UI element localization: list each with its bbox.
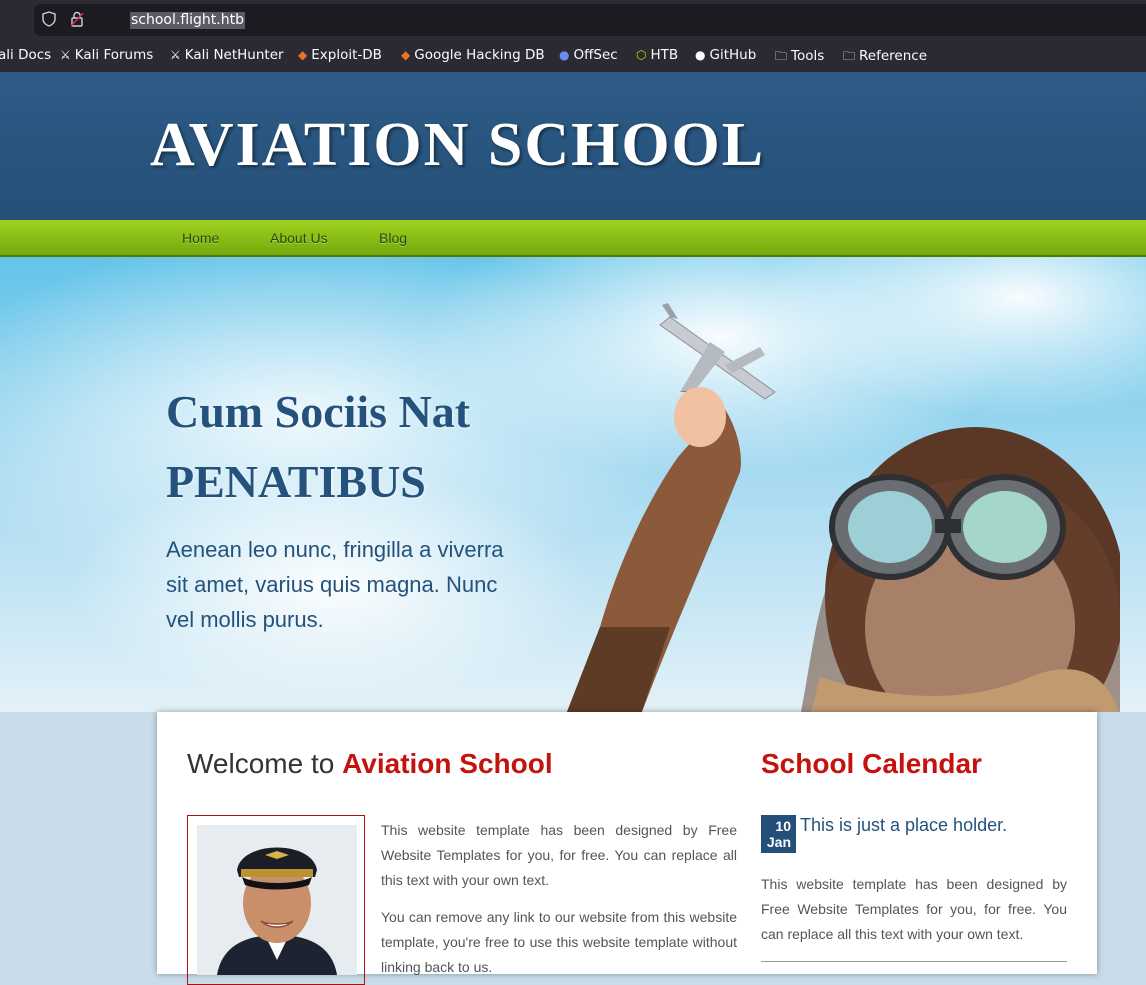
bookmark-reference-folder[interactable]: 🗀 Reference — [843, 47, 927, 68]
event-title[interactable]: This is just a place holder. — [800, 815, 1007, 836]
kali-icon: ⚔ — [170, 48, 181, 62]
bookmark-kali-forums[interactable]: ⚔ Kali Forums — [60, 47, 153, 63]
bookmark-htb[interactable]: ⬡ HTB — [636, 47, 678, 63]
bookmark-label: HTB — [650, 47, 679, 63]
bookmark-kali-nethunter[interactable]: ⚔ Kali NetHunter — [170, 47, 284, 63]
browser-chrome: school.flight.htb ali Docs ⚔ Kali Forums … — [0, 0, 1146, 72]
welcome-paragraph-2: You can remove any link to our website f… — [381, 909, 737, 975]
nav-home[interactable]: Home — [182, 230, 219, 246]
hero-text: Aenean leo nunc, fringilla a viverra sit… — [166, 537, 504, 632]
bookmark-label: GitHub — [709, 47, 757, 63]
kali-icon: ⚔ — [60, 48, 71, 62]
bookmark-label: Kali NetHunter — [184, 47, 284, 63]
bookmark-offsec[interactable]: ● OffSec — [559, 47, 618, 63]
bookmark-label: Google Hacking DB — [414, 47, 545, 63]
address-bar[interactable]: school.flight.htb — [34, 4, 1146, 36]
nav-blog[interactable]: Blog — [379, 230, 407, 246]
date-day: 10 — [775, 818, 791, 834]
htb-icon: ⬡ — [636, 48, 647, 62]
date-month: Jan — [766, 834, 791, 850]
bookmark-label: Tools — [791, 48, 825, 64]
github-icon: ● — [695, 48, 706, 62]
shield-icon[interactable] — [42, 11, 56, 30]
folder-icon: 🗀 — [843, 49, 856, 63]
welcome-paragraph-1: This website template has been designed … — [381, 822, 737, 888]
content-panel: Welcome to Aviation School This website … — [157, 712, 1097, 985]
hero-title-line2: PENATIBUS — [166, 456, 426, 507]
bookmark-label: ali Docs — [0, 47, 52, 63]
bookmark-exploit-db[interactable]: ◆ Exploit-DB — [298, 47, 382, 63]
bookmark-google-hacking-db[interactable]: ◆ Google Hacking DB — [401, 47, 545, 63]
event-text: This website template has been designed … — [761, 876, 1067, 942]
welcome-accent: Aviation School — [342, 748, 553, 779]
calendar-heading: School Calendar — [761, 748, 982, 779]
welcome-heading: Welcome to Aviation School — [187, 748, 553, 780]
hero-title: Cum Sociis Nat PENATIBUS — [166, 377, 470, 517]
bookmark-label: Kali Forums — [74, 47, 154, 63]
site-logo[interactable]: AVIATION SCHOOL — [150, 110, 765, 181]
bookmark-github[interactable]: ● GitHub — [695, 47, 756, 63]
insecure-lock-icon[interactable] — [70, 11, 84, 30]
bookmark-label: OffSec — [573, 47, 618, 63]
nav-about-us[interactable]: About Us — [270, 230, 328, 246]
offsec-icon: ● — [559, 48, 570, 62]
pilot-photo — [197, 825, 357, 975]
pilot-photo-frame — [187, 815, 365, 985]
boy-pilot-illustration — [566, 303, 1120, 712]
url-text[interactable]: school.flight.htb — [130, 12, 245, 29]
exploitdb-icon: ◆ — [401, 48, 411, 62]
hero-banner: Cum Sociis Nat PENATIBUS Aenean leo nunc… — [0, 257, 1146, 712]
bookmark-label: Reference — [859, 48, 927, 64]
toy-plane-icon — [659, 303, 776, 400]
folder-icon: 🗀 — [775, 49, 788, 63]
pilot-portrait-illustration — [197, 825, 357, 975]
welcome-prefix: Welcome to — [187, 748, 343, 779]
bookmark-label: Exploit-DB — [311, 47, 382, 63]
bookmark-tools-folder[interactable]: 🗀 Tools — [775, 47, 824, 68]
event-divider — [761, 961, 1067, 962]
exploitdb-icon: ◆ — [298, 48, 308, 62]
date-badge: 10 Jan — [761, 815, 796, 853]
bookmark-kali-docs[interactable]: ali Docs — [0, 47, 51, 63]
hero-title-line1: Cum Sociis Nat — [166, 386, 471, 437]
main-nav: Home About Us Blog — [0, 220, 1146, 257]
site-header: AVIATION SCHOOL — [0, 72, 1146, 220]
